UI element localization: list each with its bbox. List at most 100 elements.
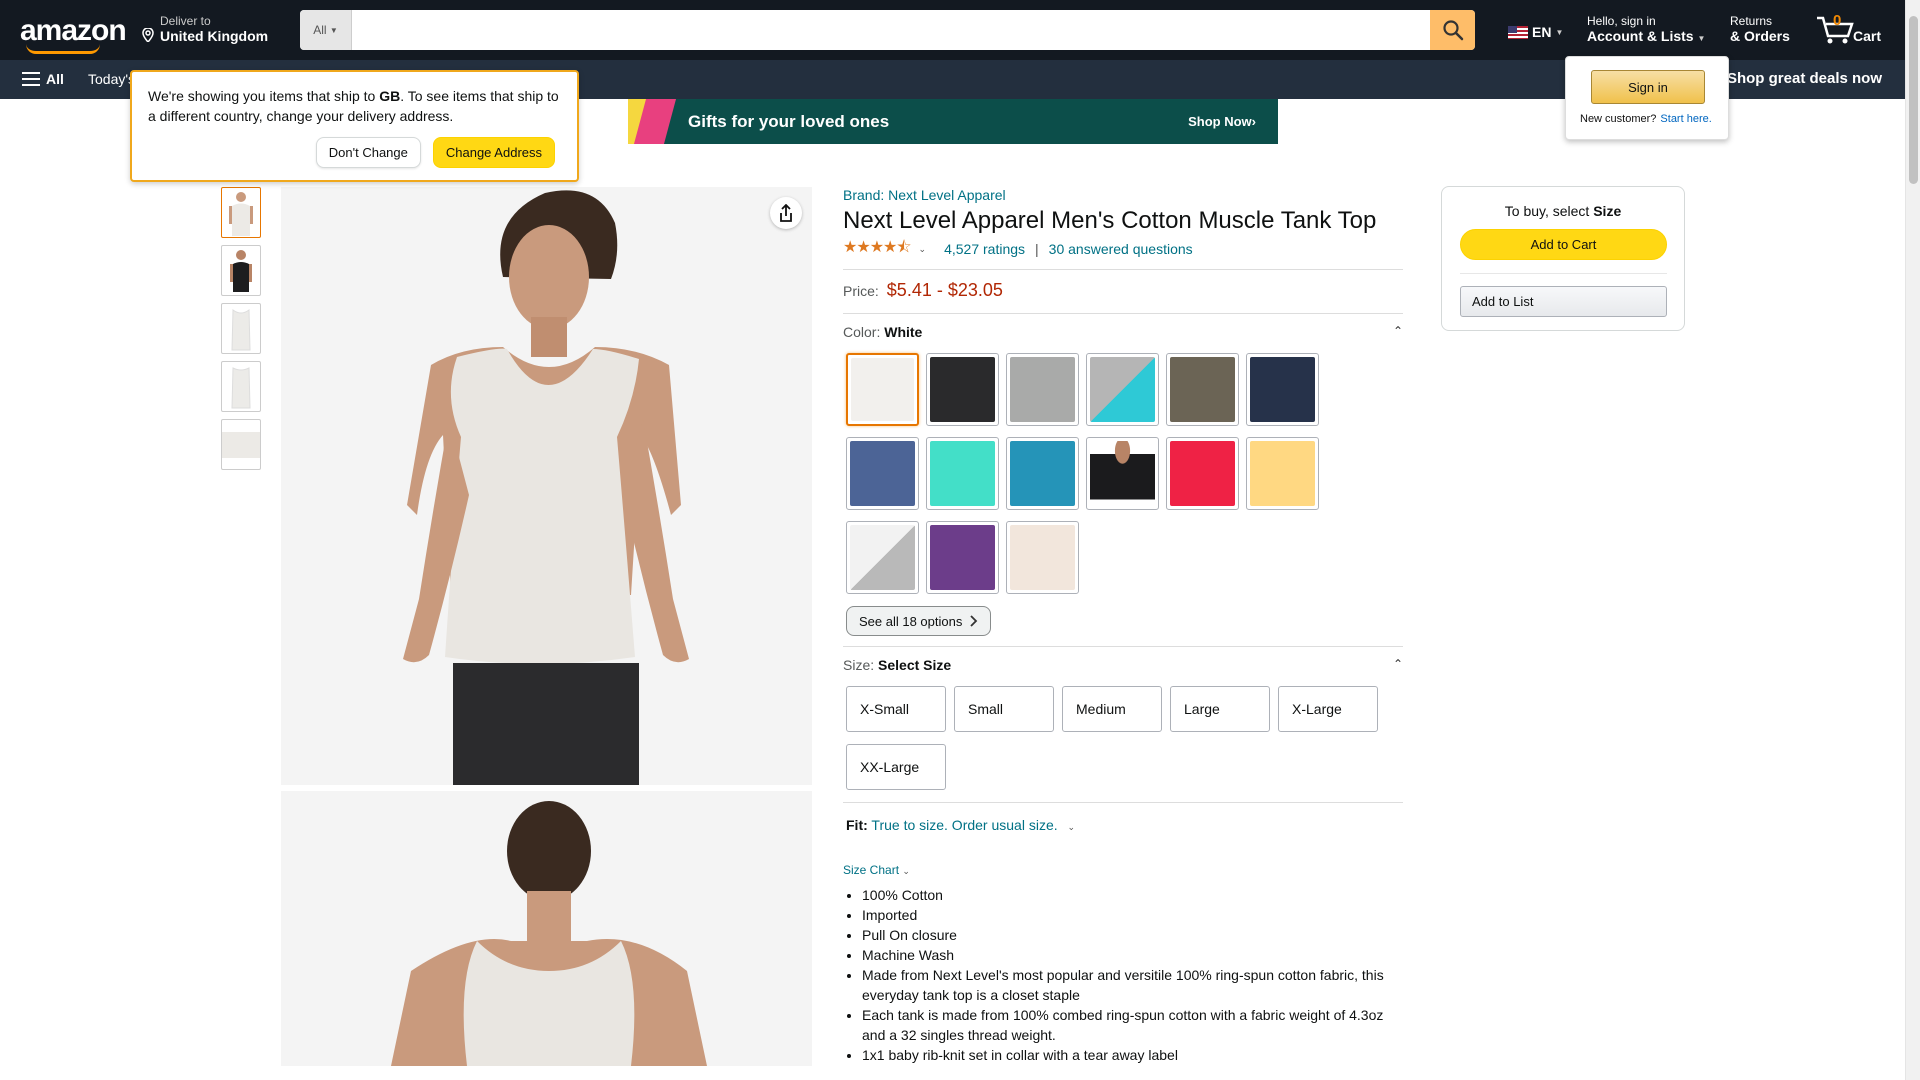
chevron-up-icon[interactable]: ⌃ — [1393, 324, 1403, 340]
language-selector[interactable]: EN ▼ — [1508, 24, 1563, 40]
scrollbar-thumb[interactable] — [1909, 16, 1918, 184]
color-swatch[interactable] — [1166, 353, 1239, 426]
swatch-fill — [1250, 441, 1315, 506]
chevron-up-icon[interactable]: ⌃ — [1393, 657, 1403, 673]
swatch-fill — [1170, 357, 1235, 422]
size-options: X-Small Small Medium Large X-Large XX-Large — [846, 686, 1403, 790]
color-swatches — [846, 353, 1403, 594]
color-swatch[interactable] — [1086, 437, 1159, 510]
account-greeting: Hello, sign in — [1587, 14, 1656, 28]
chevron-down-icon[interactable]: ⌄ — [919, 244, 927, 255]
change-address-button[interactable]: Change Address — [432, 137, 555, 168]
color-swatch[interactable] — [1006, 521, 1079, 594]
size-option[interactable]: Large — [1170, 686, 1270, 732]
fit-text-link[interactable]: True to size. Order usual size. — [871, 817, 1057, 833]
main-product-image[interactable] — [281, 187, 812, 785]
banner-shop-now[interactable]: Shop Now› — [1188, 114, 1256, 129]
brand-link[interactable]: Brand: Next Level Apparel — [843, 187, 1403, 203]
feature-bullets: 100% CottonImportedPull On closureMachin… — [843, 885, 1403, 1065]
dont-change-button[interactable]: Don't Change — [315, 137, 421, 168]
color-swatch[interactable] — [1086, 353, 1159, 426]
size-chart-link[interactable]: Size Chart ⌄ — [843, 863, 1403, 877]
feature-bullet: Imported — [862, 905, 1403, 925]
swatch-fill — [930, 441, 995, 506]
new-customer-text: New customer? Start here. — [1580, 113, 1712, 125]
buybox-prompt: To buy, select Size — [1504, 203, 1622, 219]
language-label: EN — [1532, 24, 1552, 40]
feature-bullet: Each tank is made from 100% combed ring-… — [862, 1005, 1403, 1045]
sign-in-button[interactable]: Sign in — [1591, 70, 1705, 104]
search-bar: All ▼ — [300, 10, 1475, 50]
color-value: White — [884, 324, 923, 340]
share-button[interactable] — [770, 197, 802, 229]
color-swatch[interactable] — [926, 353, 999, 426]
search-button[interactable] — [1430, 10, 1475, 50]
answered-questions-link[interactable]: 30 answered questions — [1049, 241, 1193, 257]
size-label: Size: — [843, 657, 879, 673]
swatch-fill — [1090, 441, 1155, 506]
color-swatch[interactable] — [926, 521, 999, 594]
returns-label: Returns — [1730, 14, 1773, 28]
color-swatch[interactable] — [926, 437, 999, 510]
color-swatch[interactable] — [846, 353, 919, 426]
swatch-fill — [850, 525, 915, 590]
swatch-fill — [1010, 357, 1075, 422]
size-option[interactable]: X-Small — [846, 686, 946, 732]
account-lists[interactable]: Hello, sign in Account & Lists ▼ — [1587, 14, 1705, 44]
thumbnail-2[interactable] — [221, 245, 261, 296]
thumbnail-3[interactable] — [221, 303, 261, 354]
search-category-dropdown[interactable]: All ▼ — [300, 10, 352, 50]
color-swatch[interactable] — [846, 437, 919, 510]
secondary-product-image[interactable] — [281, 791, 812, 1066]
size-option[interactable]: XX-Large — [846, 744, 946, 790]
swatch-fill — [930, 357, 995, 422]
thumbnail-5[interactable] — [221, 419, 261, 470]
color-swatch[interactable] — [1166, 437, 1239, 510]
thumbnail-4[interactable] — [221, 361, 261, 412]
color-swatch[interactable] — [846, 521, 919, 594]
color-swatch[interactable] — [1006, 437, 1079, 510]
deliver-to[interactable]: Deliver to United Kingdom — [142, 14, 268, 44]
chevron-right-icon — [970, 615, 978, 627]
account-label: Account & Lists — [1587, 28, 1694, 44]
feature-bullet: 100% Cotton — [862, 885, 1403, 905]
nav-header: amazon Deliver to United Kingdom All ▼ E… — [0, 0, 1920, 60]
search-icon — [1442, 20, 1463, 41]
color-section-header[interactable]: Color: White ⌃ — [843, 324, 1403, 340]
add-to-cart-button[interactable]: Add to Cart — [1460, 229, 1667, 260]
product-title: Next Level Apparel Men's Cotton Muscle T… — [843, 207, 1377, 234]
size-option[interactable]: Small — [954, 686, 1054, 732]
size-option[interactable]: X-Large — [1278, 686, 1378, 732]
promo-banner[interactable]: Gifts for your loved ones Shop Now› — [628, 99, 1278, 144]
shop-deals-link[interactable]: Shop great deals now — [1727, 70, 1882, 87]
thumbnail-list — [221, 187, 261, 477]
amazon-logo[interactable]: amazon — [20, 14, 127, 54]
hamburger-icon — [22, 72, 40, 86]
todays-deals-link[interactable]: Today's — [88, 71, 135, 87]
feature-bullet: 1x1 baby rib-knit set in collar with a t… — [862, 1045, 1403, 1065]
color-label: Color: — [843, 324, 885, 340]
chevron-down-icon[interactable]: ⌄ — [1068, 822, 1076, 832]
ratings-link[interactable]: 4,527 ratings — [944, 241, 1025, 257]
swatch-fill — [1010, 441, 1075, 506]
color-swatch[interactable] — [1246, 437, 1319, 510]
size-option[interactable]: Medium — [1062, 686, 1162, 732]
see-all-options-button[interactable]: See all 18 options — [846, 606, 992, 636]
signin-flyout: Sign in New customer? Start here. — [1565, 56, 1729, 140]
star-rating-icon[interactable]: ★★★★⯪ — [843, 236, 912, 263]
start-here-link[interactable]: Start here. — [1660, 113, 1711, 125]
price-value: $5.41 - $23.05 — [886, 280, 1003, 300]
color-swatch[interactable] — [1246, 353, 1319, 426]
size-section-header[interactable]: Size: Select Size ⌃ — [843, 657, 1403, 673]
delivery-message: We're showing you items that ship to GB.… — [148, 88, 559, 124]
price-label: Price: — [843, 283, 879, 299]
returns-orders[interactable]: Returns & Orders — [1730, 14, 1790, 44]
thumbnail-1[interactable] — [221, 187, 261, 238]
page-scrollbar[interactable] — [1905, 0, 1920, 1080]
add-to-list-button[interactable]: Add to List — [1460, 286, 1667, 317]
fit-label: Fit: — [846, 817, 868, 833]
all-menu-button[interactable]: All — [22, 71, 64, 87]
color-swatch[interactable] — [1006, 353, 1079, 426]
price-row: Price: $5.41 - $23.05 — [843, 280, 1403, 301]
search-input[interactable] — [352, 10, 1430, 50]
